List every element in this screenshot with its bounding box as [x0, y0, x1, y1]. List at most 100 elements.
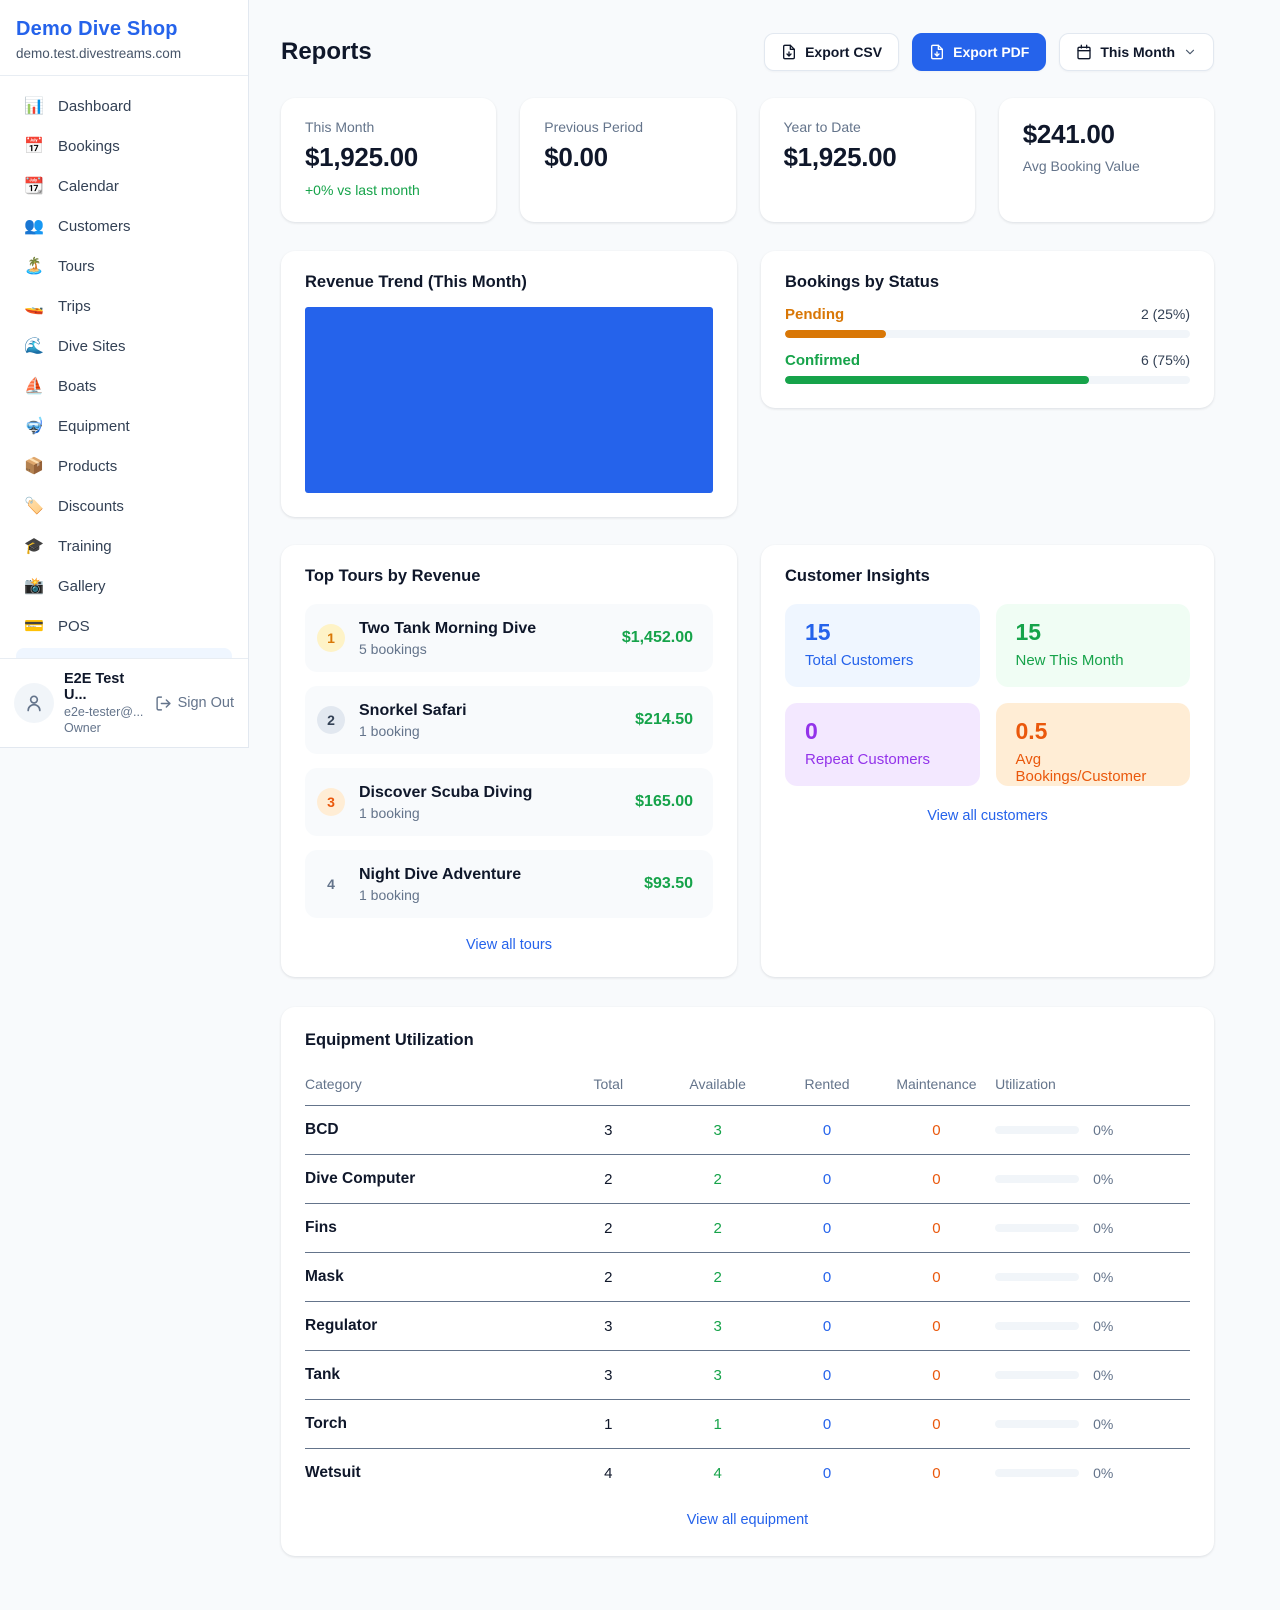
- stat-value: $1,925.00: [784, 142, 951, 173]
- utilization-percent: 0%: [1093, 1122, 1113, 1138]
- user-name: E2E Test U...: [64, 671, 145, 703]
- tour-list: 1 Two Tank Morning Dive 5 bookings $1,45…: [305, 604, 713, 918]
- equipment-rented: 0: [772, 1155, 881, 1204]
- sidebar-item-gallery[interactable]: 📸 Gallery: [8, 566, 240, 606]
- sidebar-item-label: Training: [58, 538, 112, 555]
- equipment-category: Wetsuit: [305, 1449, 554, 1493]
- tour-amount: $165.00: [635, 793, 693, 811]
- equipment-utilization-title: Equipment Utilization: [305, 1031, 1190, 1050]
- utilization-bar: [995, 1126, 1079, 1134]
- status-label: Confirmed: [785, 352, 860, 369]
- utilization-percent: 0%: [1093, 1416, 1113, 1432]
- sidebar-item-calendar[interactable]: 📆 Calendar: [8, 166, 240, 206]
- package-icon: 📦: [24, 456, 44, 476]
- equipment-rented: 0: [772, 1351, 881, 1400]
- utilization-percent: 0%: [1093, 1269, 1113, 1285]
- calendar-icon: [1076, 44, 1092, 60]
- equipment-available: 3: [663, 1351, 772, 1400]
- sidebar-item-trips[interactable]: 🚤 Trips: [8, 286, 240, 326]
- label-tag-icon: 🏷️: [24, 496, 44, 516]
- user-email: e2e-tester@...: [64, 705, 145, 719]
- sidebar-item-customers[interactable]: 👥 Customers: [8, 206, 240, 246]
- equipment-total: 2: [554, 1204, 663, 1253]
- sidebar-item-boats[interactable]: ⛵ Boats: [8, 366, 240, 406]
- view-all-equipment-link[interactable]: View all equipment: [305, 1512, 1190, 1528]
- sidebar-item-label: Customers: [58, 218, 131, 235]
- rank-badge: 1: [317, 624, 345, 652]
- utilization-bar: [995, 1273, 1079, 1281]
- sidebar-item-equipment[interactable]: 🤿 Equipment: [8, 406, 240, 446]
- revenue-trend-title: Revenue Trend (This Month): [305, 273, 713, 292]
- export-pdf-button[interactable]: Export PDF: [912, 33, 1046, 71]
- equipment-rented: 0: [772, 1253, 881, 1302]
- sidebar-item-label: Trips: [58, 298, 91, 315]
- tour-name: Night Dive Adventure: [359, 866, 644, 884]
- export-csv-button[interactable]: Export CSV: [764, 33, 899, 71]
- status-bar-track: [785, 330, 1190, 338]
- tour-amount: $1,452.00: [622, 629, 693, 647]
- equipment-table: CategoryTotalAvailableRentedMaintenanceU…: [305, 1066, 1190, 1492]
- sidebar-item-products[interactable]: 📦 Products: [8, 446, 240, 486]
- insight-label: Avg Bookings/Customer: [1016, 751, 1171, 785]
- people-icon: 👥: [24, 216, 44, 236]
- sidebar-item-label: Equipment: [58, 418, 130, 435]
- utilization-bar: [995, 1175, 1079, 1183]
- sidebar-item-dashboard[interactable]: 📊 Dashboard: [8, 86, 240, 126]
- status-bar-fill: [785, 330, 886, 338]
- column-header-category: Category: [305, 1066, 554, 1106]
- rank-badge: 4: [317, 870, 345, 898]
- insight-label: Repeat Customers: [805, 751, 960, 768]
- equipment-rented: 0: [772, 1204, 881, 1253]
- user-meta: E2E Test U... e2e-tester@... Owner: [64, 671, 145, 735]
- sidebar-item-label: POS: [58, 618, 90, 635]
- chevron-down-icon: [1183, 45, 1197, 59]
- tour-row[interactable]: 2 Snorkel Safari 1 booking $214.50: [305, 686, 713, 754]
- sidebar-item-label: Discounts: [58, 498, 124, 515]
- sign-out-button[interactable]: Sign Out: [155, 695, 234, 712]
- camera-flash-icon: 📸: [24, 576, 44, 596]
- table-row: Wetsuit 4 4 0 0 0%: [305, 1449, 1190, 1493]
- file-download-icon: [929, 44, 945, 60]
- stats-cards: This Month $1,925.00 +0% vs last month P…: [281, 98, 1214, 222]
- stat-label: Previous Period: [544, 119, 711, 135]
- period-dropdown[interactable]: This Month: [1059, 33, 1214, 71]
- sidebar-item-bookings[interactable]: 📅 Bookings: [8, 126, 240, 166]
- insight-tile: 0.5 Avg Bookings/Customer: [996, 703, 1191, 786]
- sidebar-item-training[interactable]: 🎓 Training: [8, 526, 240, 566]
- sidebar-item-label: Dive Sites: [58, 338, 126, 355]
- stat-delta: +0% vs last month: [305, 182, 472, 198]
- stat-card-0: This Month $1,925.00 +0% vs last month: [281, 98, 496, 222]
- equipment-category: Tank: [305, 1351, 554, 1400]
- stat-value: $0.00: [544, 142, 711, 173]
- sidebar-item-dive-sites[interactable]: 🌊 Dive Sites: [8, 326, 240, 366]
- stat-label: Avg Booking Value: [1023, 158, 1190, 174]
- sidebar-item-discounts[interactable]: 🏷️ Discounts: [8, 486, 240, 526]
- active-nav-item-partial[interactable]: [16, 648, 232, 658]
- sidebar-nav: 📊 Dashboard 📅 Bookings 📆 Calendar 👥 Cust…: [0, 76, 248, 646]
- tour-row[interactable]: 1 Two Tank Morning Dive 5 bookings $1,45…: [305, 604, 713, 672]
- graduation-cap-icon: 🎓: [24, 536, 44, 556]
- stat-card-1: Previous Period $0.00: [520, 98, 735, 222]
- view-all-customers-link[interactable]: View all customers: [785, 808, 1190, 824]
- equipment-available: 4: [663, 1449, 772, 1493]
- tour-bookings: 5 bookings: [359, 641, 622, 657]
- insight-value: 15: [805, 619, 960, 646]
- view-all-tours-link[interactable]: View all tours: [305, 937, 713, 953]
- sidebar-item-pos[interactable]: 💳 POS: [8, 606, 240, 646]
- tour-row[interactable]: 4 Night Dive Adventure 1 booking $93.50: [305, 850, 713, 918]
- shop-header: Demo Dive Shop demo.test.divestreams.com: [0, 0, 248, 76]
- equipment-category: Mask: [305, 1253, 554, 1302]
- tour-name: Two Tank Morning Dive: [359, 620, 622, 638]
- revenue-trend-chart: [305, 307, 713, 493]
- stat-card-2: Year to Date $1,925.00: [760, 98, 975, 222]
- equipment-category: Torch: [305, 1400, 554, 1449]
- sidebar-item-tours[interactable]: 🏝️ Tours: [8, 246, 240, 286]
- column-header-utilization: Utilization: [991, 1066, 1190, 1106]
- equipment-total: 1: [554, 1400, 663, 1449]
- utilization-percent: 0%: [1093, 1220, 1113, 1236]
- shop-domain: demo.test.divestreams.com: [16, 46, 232, 61]
- tour-row[interactable]: 3 Discover Scuba Diving 1 booking $165.0…: [305, 768, 713, 836]
- table-row: Regulator 3 3 0 0 0%: [305, 1302, 1190, 1351]
- equipment-maintenance: 0: [882, 1351, 991, 1400]
- utilization-percent: 0%: [1093, 1171, 1113, 1187]
